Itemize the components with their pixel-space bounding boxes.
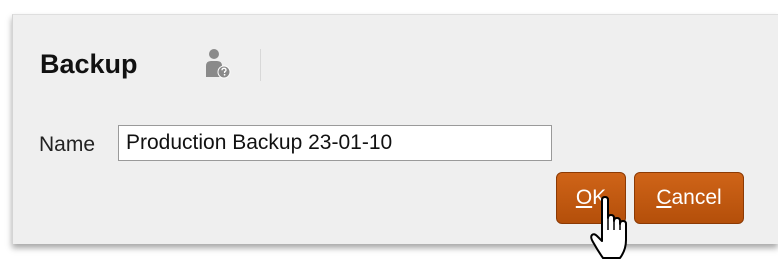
name-label: Name (39, 133, 96, 156)
backup-dialog: Backup Name OK Cancel (12, 14, 778, 244)
hand-pointer-icon (589, 196, 629, 264)
dialog-title: Backup (40, 49, 138, 79)
cancel-mnemonic: C (656, 186, 672, 209)
name-input[interactable] (118, 125, 552, 161)
title-divider (260, 49, 261, 81)
cancel-label-rest: ancel (671, 186, 722, 209)
help-user-icon[interactable] (203, 47, 233, 81)
cancel-button[interactable]: Cancel (634, 172, 744, 224)
